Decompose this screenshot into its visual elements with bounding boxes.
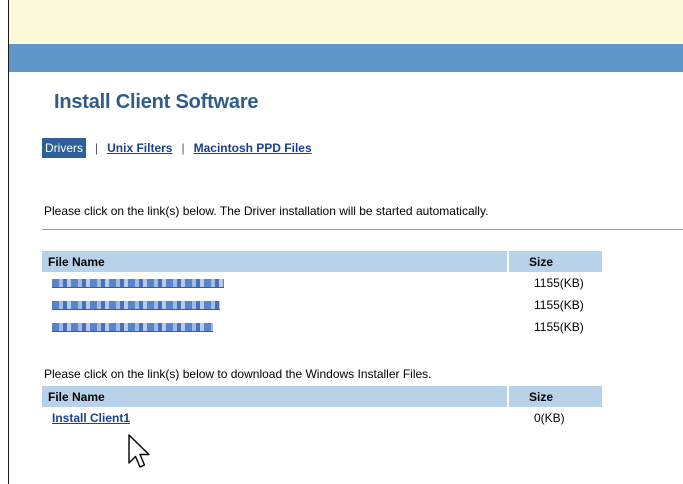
tab-drivers[interactable]: Drivers — [42, 138, 86, 158]
drivers-table: File Name Size 1155(KB) 1155(KB) 1155(KB… — [42, 251, 602, 338]
file-size: 1155(KB) — [534, 276, 584, 290]
left-border — [8, 0, 9, 484]
table-header-row: File Name Size — [42, 251, 602, 272]
tab-separator: | — [95, 141, 99, 155]
driver-file-link[interactable] — [52, 301, 220, 311]
column-header-file-name: File Name — [42, 251, 509, 272]
table-row: Install Client1 0(KB) — [42, 407, 602, 429]
file-size: 1155(KB) — [534, 320, 584, 334]
table-row: 1155(KB) — [42, 272, 602, 294]
driver-file-link[interactable] — [52, 323, 213, 333]
tab-bar: Drivers | Unix Filters | Macintosh PPD F… — [42, 138, 312, 158]
table-header-row: File Name Size — [42, 386, 602, 407]
column-header-size: Size — [508, 251, 602, 272]
column-header-size: Size — [508, 386, 602, 407]
drivers-instruction: Please click on the link(s) below. The D… — [44, 204, 489, 218]
file-size: 1155(KB) — [534, 298, 584, 312]
tab-macintosh-ppd-files[interactable]: Macintosh PPD Files — [194, 141, 312, 155]
column-header-file-name: File Name — [42, 386, 509, 407]
header-bar — [9, 44, 683, 72]
file-size: 0(KB) — [534, 411, 565, 425]
page-title: Install Client Software — [54, 91, 259, 113]
tab-unix-filters[interactable]: Unix Filters — [107, 141, 172, 155]
installer-table: File Name Size Install Client1 0(KB) — [42, 386, 602, 429]
table-row: 1155(KB) — [42, 316, 602, 338]
table-row: 1155(KB) — [42, 294, 602, 316]
mouse-pointer-icon — [128, 434, 150, 468]
tab-separator: | — [181, 141, 185, 155]
install-client-link[interactable]: Install Client1 — [52, 411, 130, 425]
installer-instruction: Please click on the link(s) below to dow… — [44, 367, 432, 381]
divider — [42, 229, 683, 230]
driver-file-link[interactable] — [52, 279, 224, 289]
top-banner — [9, 0, 683, 44]
